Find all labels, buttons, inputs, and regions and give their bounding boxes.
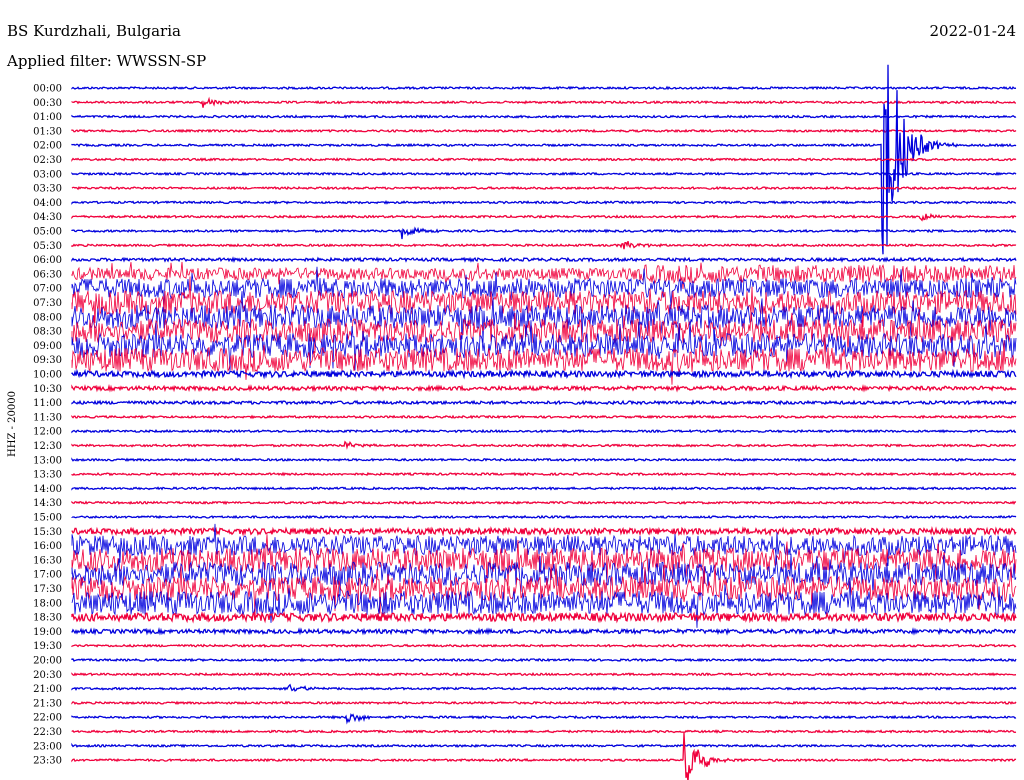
trace-row-1000 (71, 368, 1017, 380)
time-tick-label: 11:00 (33, 398, 62, 409)
trace-row-0230 (71, 157, 1017, 163)
time-tick-label: 07:30 (33, 298, 62, 309)
channel-axis-label: HHZ - 20000 (7, 391, 18, 457)
time-tick-label: 00:30 (33, 98, 62, 109)
trace-row-2230 (71, 729, 1017, 734)
time-tick-label: 09:30 (33, 355, 62, 366)
time-tick-label: 17:00 (33, 570, 62, 581)
time-tick-label: 13:30 (33, 470, 62, 481)
trace-row-0400 (71, 199, 1017, 205)
trace-row-1030 (71, 383, 1017, 393)
trace-row-1900 (71, 627, 1017, 636)
time-tick-label: 08:30 (33, 327, 62, 338)
trace-row-2100 (71, 683, 1017, 692)
time-tick-label: 16:30 (33, 555, 62, 566)
time-tick-label: 17:30 (33, 584, 62, 595)
time-tick-label: 03:30 (33, 184, 62, 195)
time-tick-label: 14:30 (33, 498, 62, 509)
time-tick-label: 21:30 (33, 698, 62, 709)
time-tick-label: 00:00 (33, 84, 62, 95)
time-tick-label: 05:00 (33, 227, 62, 238)
trace-row-1400 (71, 486, 1017, 491)
trace-row-1130 (71, 414, 1017, 420)
trace-row-1530 (71, 525, 1017, 537)
trace-row-0600 (71, 256, 1017, 264)
trace-row-0430 (71, 212, 1017, 222)
trace-row-1100 (71, 399, 1017, 406)
time-tick-label: 03:00 (33, 169, 62, 180)
trace-row-2200 (71, 713, 1017, 725)
time-tick-label: 04:30 (33, 212, 62, 223)
time-tick-label: 15:30 (33, 527, 62, 538)
trace-row-2030 (71, 671, 1017, 677)
time-tick-label: 21:00 (33, 684, 62, 695)
time-tick-label: 22:00 (33, 713, 62, 724)
trace-row-1330 (71, 471, 1017, 477)
time-tick-label: 06:30 (33, 269, 62, 280)
time-tick-label: 06:00 (33, 255, 62, 266)
time-tick-label: 08:00 (33, 312, 62, 323)
time-tick-label: 15:00 (33, 513, 62, 524)
trace-row-1430 (71, 500, 1017, 506)
trace-layer (71, 64, 1017, 780)
time-tick-label: 07:00 (33, 284, 62, 295)
time-tick-label: 01:30 (33, 126, 62, 137)
time-tick-label: 22:30 (33, 727, 62, 738)
time-tick-label: 13:00 (33, 455, 62, 466)
trace-row-1500 (71, 514, 1017, 520)
seismogram-chart: BS Kurdzhali, Bulgaria 2022-01-24 Applie… (6, 22, 1017, 780)
trace-row-2300 (71, 742, 1017, 749)
trace-row-2130 (71, 700, 1017, 706)
time-tick-label: 02:00 (33, 141, 62, 152)
time-tick-label: 10:30 (33, 384, 62, 395)
station-title: BS Kurdzhali, Bulgaria (7, 22, 181, 40)
time-tick-label: 19:00 (33, 627, 62, 638)
time-tick-label: 18:00 (33, 598, 62, 609)
trace-row-0030 (71, 96, 1016, 108)
time-tick-label: 12:00 (33, 427, 62, 438)
time-tick-label: 12:30 (33, 441, 62, 452)
time-tick-label: 11:30 (33, 412, 62, 423)
trace-row-1200 (71, 428, 1017, 434)
time-tick-label: 23:30 (33, 756, 62, 767)
trace-row-0130 (71, 128, 1017, 134)
filter-label: Applied filter: WWSSN-SP (6, 52, 206, 70)
time-tick-layer: 00:00 00:30 01:00 01:30 02:00 02:30 03:00 03:30… (33, 84, 62, 767)
time-tick-label: 04:00 (33, 198, 62, 209)
trace-row-0300 (71, 171, 1017, 177)
time-tick-label: 19:30 (33, 641, 62, 652)
trace-row-1930 (71, 643, 1017, 648)
time-tick-label: 09:00 (33, 341, 62, 352)
trace-row-0000 (71, 85, 1017, 91)
trace-row-2000 (71, 657, 1017, 663)
time-tick-label: 14:00 (33, 484, 62, 495)
trace-row-1830 (71, 610, 1017, 624)
time-tick-label: 02:30 (33, 155, 62, 166)
trace-row-1230 (71, 440, 1017, 450)
trace-row-0530 (71, 240, 1017, 250)
date-label: 2022-01-24 (930, 22, 1016, 40)
time-tick-label: 10:00 (33, 370, 62, 381)
trace-row-0800 (71, 291, 1017, 343)
trace-row-2330 (71, 732, 1017, 780)
trace-row-0100 (71, 114, 1017, 119)
time-tick-label: 16:00 (33, 541, 62, 552)
trace-row-1300 (71, 457, 1017, 463)
time-tick-label: 18:30 (33, 613, 62, 624)
time-tick-label: 01:00 (33, 112, 62, 123)
time-tick-label: 20:30 (33, 670, 62, 681)
trace-row-0330 (71, 185, 1017, 191)
trace-row-0500 (71, 226, 1017, 240)
time-tick-label: 23:00 (33, 741, 62, 752)
time-tick-label: 05:30 (33, 241, 62, 252)
time-tick-label: 20:00 (33, 656, 62, 667)
